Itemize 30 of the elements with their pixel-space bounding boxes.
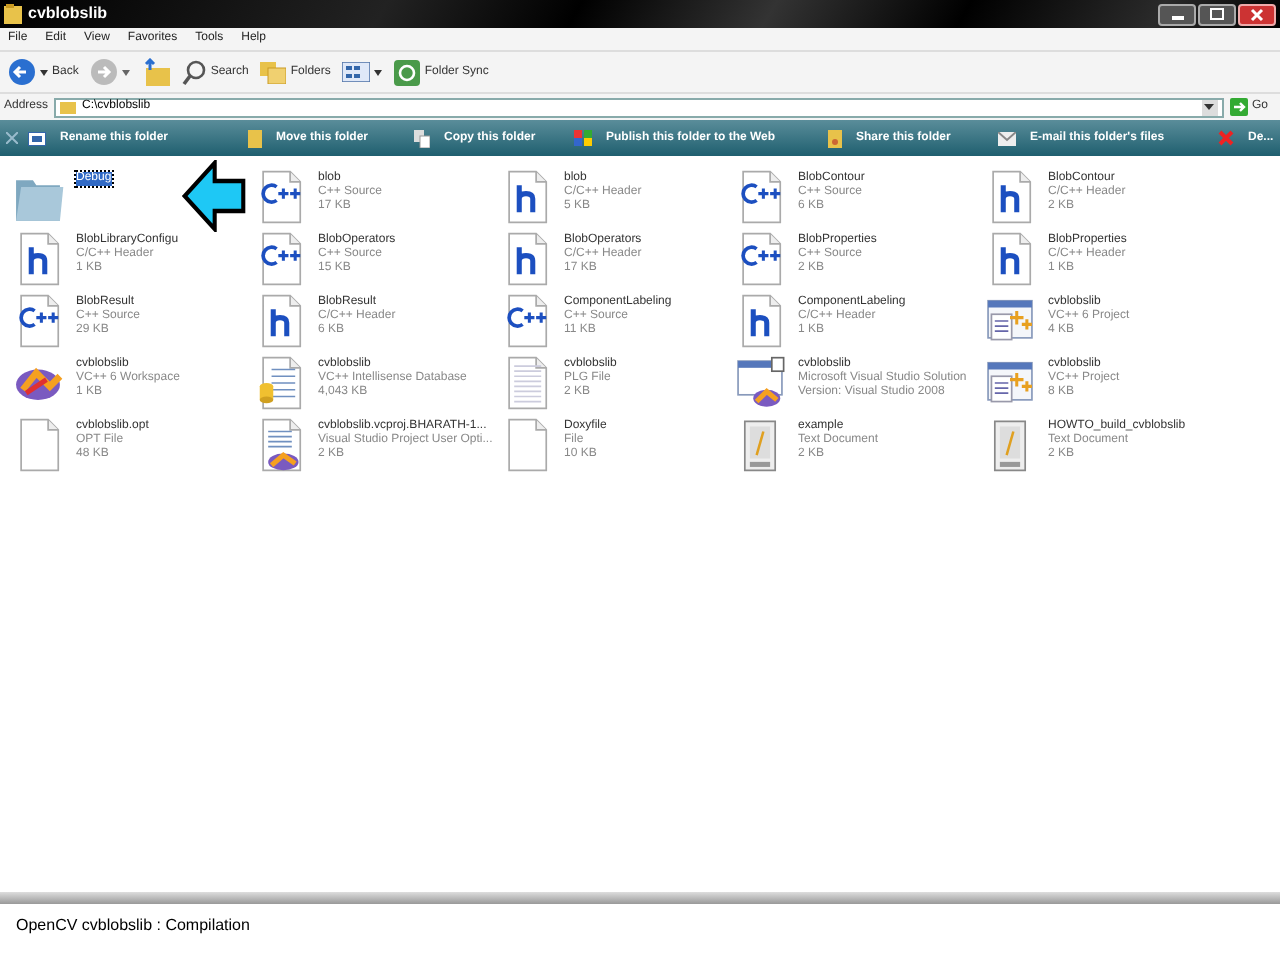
back-icon bbox=[8, 58, 36, 86]
rename-icon bbox=[28, 131, 46, 145]
caret-icon bbox=[122, 69, 131, 75]
arrow-icon bbox=[182, 160, 246, 232]
sync-icon bbox=[394, 59, 421, 85]
forward-icon bbox=[90, 58, 119, 86]
views-button[interactable] bbox=[342, 62, 383, 82]
minimize-button[interactable] bbox=[1158, 3, 1196, 25]
maximize-button[interactable] bbox=[1198, 3, 1236, 25]
delete-icon bbox=[1218, 130, 1234, 146]
views-icon bbox=[342, 62, 371, 82]
up-button[interactable] bbox=[142, 58, 171, 86]
caret-icon bbox=[374, 69, 383, 75]
close-icon bbox=[6, 132, 18, 144]
caret-icon bbox=[1204, 104, 1215, 110]
copy-icon bbox=[414, 129, 430, 147]
caret-icon bbox=[40, 69, 48, 75]
window-title: cvblobslib bbox=[28, 2, 108, 26]
close-icon bbox=[1250, 7, 1264, 21]
forward-button[interactable] bbox=[90, 58, 131, 86]
folder-icon bbox=[4, 4, 22, 24]
search-icon bbox=[182, 59, 207, 85]
close-button[interactable] bbox=[1238, 3, 1276, 25]
dropdown-button[interactable] bbox=[1201, 99, 1218, 115]
up-folder-icon bbox=[142, 58, 171, 86]
folder-icon bbox=[60, 100, 77, 114]
folder-icon bbox=[248, 129, 262, 147]
folders-icon bbox=[260, 60, 287, 84]
caption-text: OpenCV cvblobslib : Compilation bbox=[16, 914, 250, 938]
envelope-icon bbox=[998, 131, 1016, 145]
